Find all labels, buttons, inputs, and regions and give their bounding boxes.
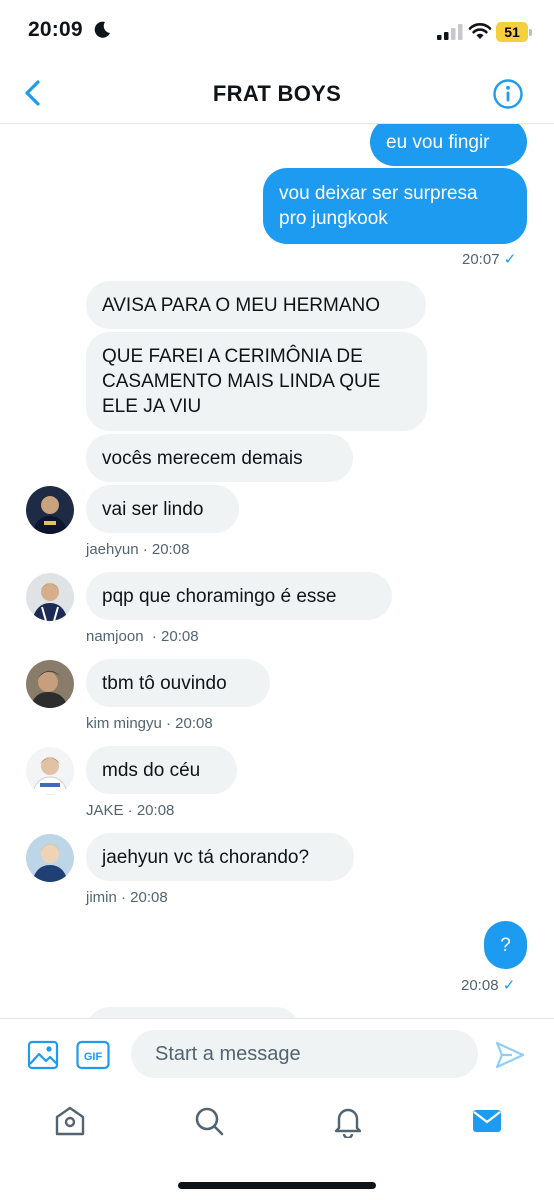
incoming-message[interactable]: jaehyun vc tá chorando? [86,833,354,881]
message-text: pqp que choramingo é esse [102,585,337,607]
gif-icon[interactable]: GIF [76,1039,110,1071]
message-text-line: QUE FAREI A CERIMÔNIA DE [102,346,363,367]
sent-check-icon: ✓ [503,251,517,268]
message-text: ? [500,934,511,956]
message-text: AVISA PARA O MEU HERMANO [102,294,381,316]
messages-envelope-icon[interactable] [470,1104,504,1138]
battery-indicator: 51 [496,22,532,42]
message-timestamp: 20:07 ✓ [462,251,517,268]
avatar-jaehyun[interactable] [26,486,74,534]
outgoing-message[interactable]: eu vou fingir [370,124,527,166]
conversation-header: FRAT BOYS [0,62,554,124]
image-icon[interactable] [27,1039,59,1071]
notifications-bell-icon[interactable] [331,1104,365,1138]
status-bar: 20:09 51 [0,0,554,62]
message-list[interactable]: eu vou fingir vou deixar ser surpresa pr… [0,124,554,1018]
message-composer: GIF [0,1018,554,1092]
message-text-line: ELE JA VIU [102,396,202,417]
incoming-message[interactable]: vai ser lindo [86,485,239,533]
incoming-message[interactable]: mds do céu [86,746,237,794]
message-sender-time: JAKE · 20:08 [86,802,175,819]
incoming-message-partial[interactable] [86,1007,300,1018]
sent-check-icon: ✓ [502,977,516,994]
wifi-icon [468,23,492,39]
moon-icon [94,21,110,38]
battery-level: 51 [496,22,528,42]
avatar-namjoon[interactable] [26,573,74,621]
avatar-jake[interactable] [26,747,74,795]
send-icon[interactable] [494,1039,526,1071]
message-text: tbm tô ouvindo [102,672,227,694]
message-text-line: pro jungkook [279,208,388,229]
gif-label: GIF [84,1051,103,1063]
avatar-kim-mingyu[interactable] [26,660,74,708]
status-time: 20:09 [28,18,83,41]
incoming-message[interactable]: tbm tô ouvindo [86,659,270,707]
incoming-message[interactable]: AVISA PARA O MEU HERMANO [86,281,426,329]
avatar-jimin[interactable] [26,834,74,882]
message-sender-time: namjoon · 20:08 [86,628,199,645]
message-text: vocês merecem demais [102,447,303,469]
outgoing-message[interactable]: ? [484,921,527,969]
search-icon[interactable] [192,1104,226,1138]
message-text: eu vou fingir [386,131,490,153]
incoming-message[interactable]: QUE FAREI A CERIMÔNIA DE CASAMENTO MAIS … [86,332,427,431]
home-indicator [178,1182,376,1189]
message-text: jaehyun vc tá chorando? [102,846,310,868]
message-text-line: CASAMENTO MAIS LINDA QUE [102,371,381,392]
message-timestamp: 20:08 ✓ [461,977,516,994]
message-text: vai ser lindo [102,498,204,520]
incoming-message[interactable]: pqp que choramingo é esse [86,572,392,620]
info-icon[interactable] [492,78,524,110]
home-icon[interactable] [53,1104,87,1138]
message-text-line: vou deixar ser surpresa [279,183,478,204]
message-input[interactable] [131,1030,478,1078]
message-sender-time: jimin · 20:08 [86,889,168,906]
message-sender-time: jaehyun · 20:08 [86,541,190,558]
cellular-signal-icon [437,24,463,40]
incoming-message[interactable]: vocês merecem demais [86,434,353,482]
bottom-tab-bar [0,1092,554,1200]
battery-nub [529,29,532,36]
conversation-title: FRAT BOYS [212,81,342,106]
outgoing-message[interactable]: vou deixar ser surpresa pro jungkook [263,168,527,244]
message-sender-time: kim mingyu · 20:08 [86,715,213,732]
message-text: mds do céu [102,759,201,781]
